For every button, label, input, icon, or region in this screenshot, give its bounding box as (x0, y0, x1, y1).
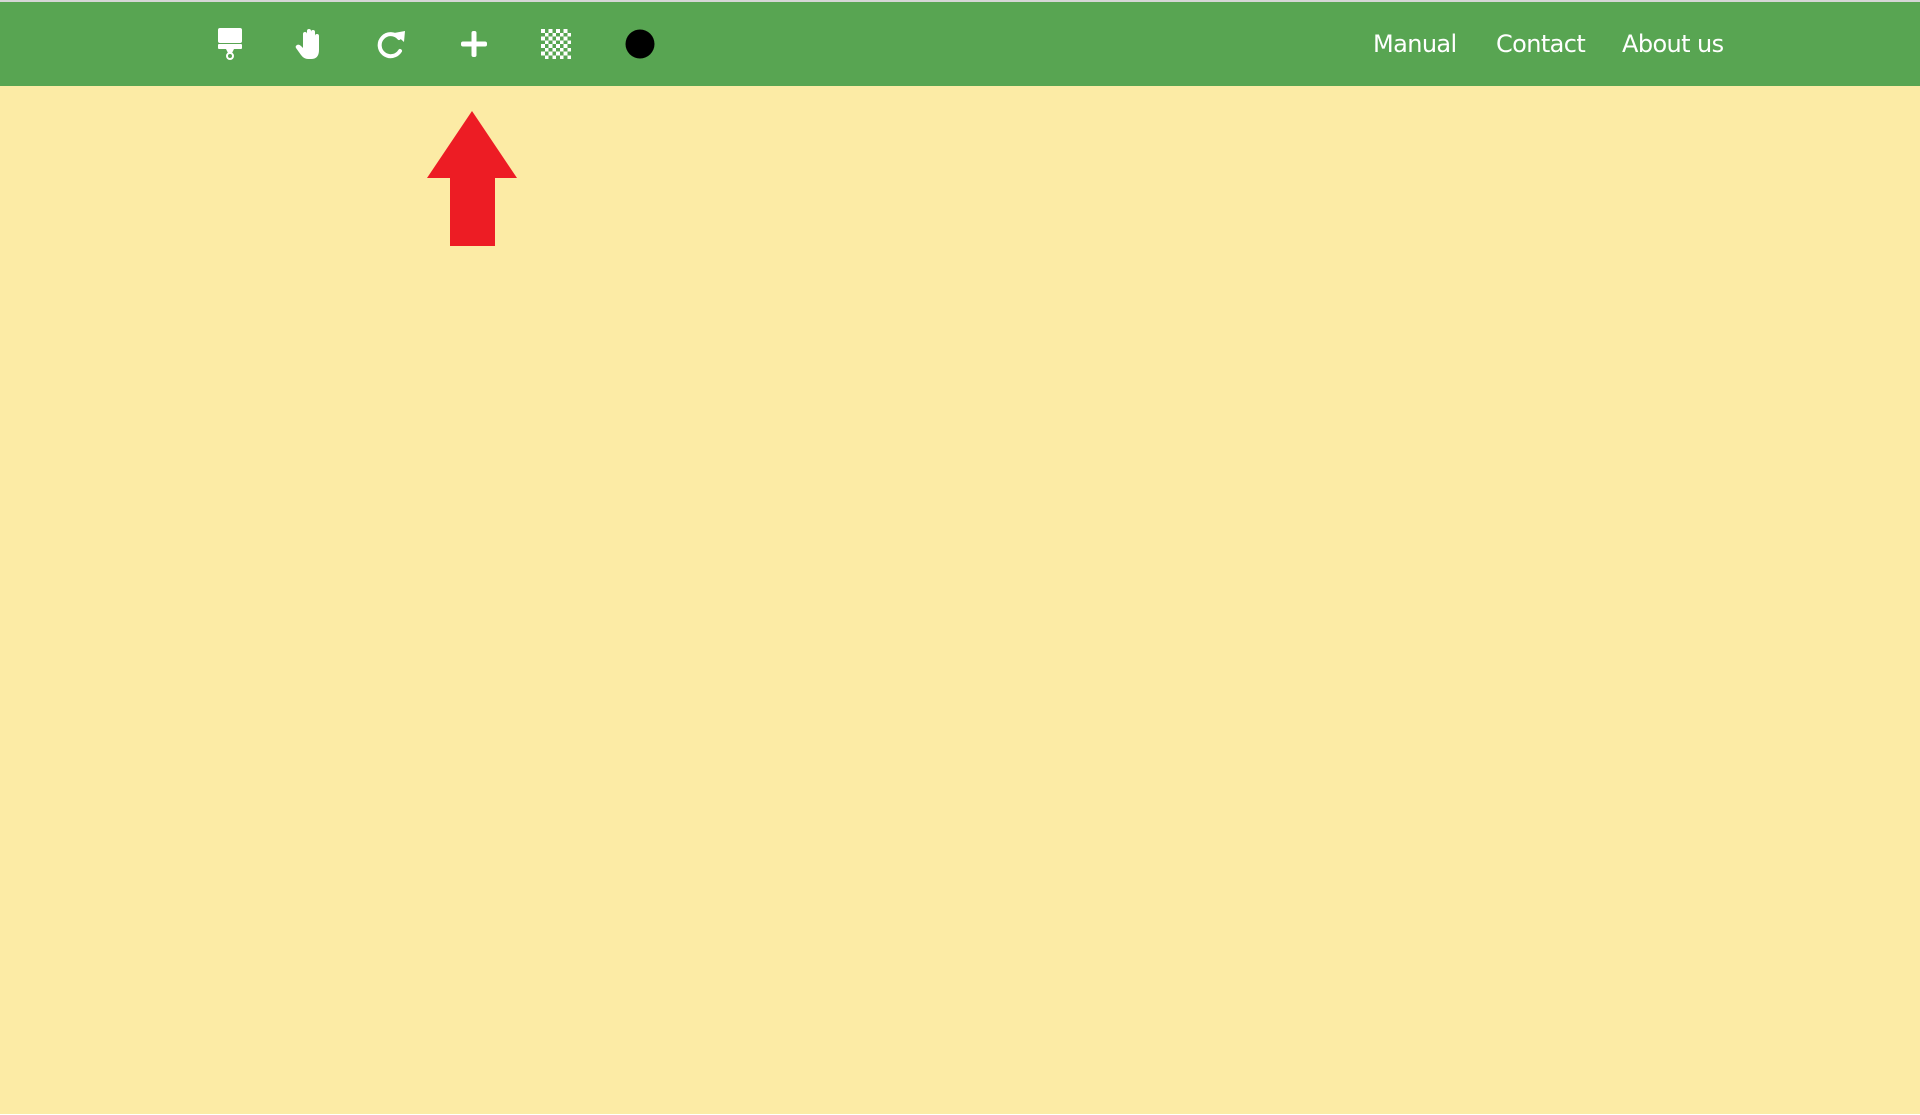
color-picker-button[interactable] (610, 2, 670, 86)
paint-brush-tool-button[interactable] (200, 2, 260, 86)
arrow-up-icon (427, 111, 517, 246)
hand-tool-button[interactable] (279, 2, 339, 86)
nav-link-about-us[interactable]: About us (1622, 2, 1724, 86)
hand-icon (295, 29, 319, 59)
add-tool-button[interactable] (444, 2, 504, 86)
nav-link-manual[interactable]: Manual (1373, 2, 1457, 86)
redo-icon (377, 31, 405, 59)
navbar: Manual Contact About us (0, 2, 1920, 86)
plus-icon (461, 31, 487, 57)
redo-tool-button[interactable] (362, 2, 422, 86)
drawing-canvas[interactable] (0, 86, 1920, 1114)
nav-link-contact[interactable]: Contact (1496, 2, 1586, 86)
pattern-tool-button[interactable] (526, 2, 586, 86)
color-circle-icon (625, 29, 655, 59)
paint-brush-icon (218, 28, 242, 60)
checkerboard-icon (541, 29, 571, 59)
